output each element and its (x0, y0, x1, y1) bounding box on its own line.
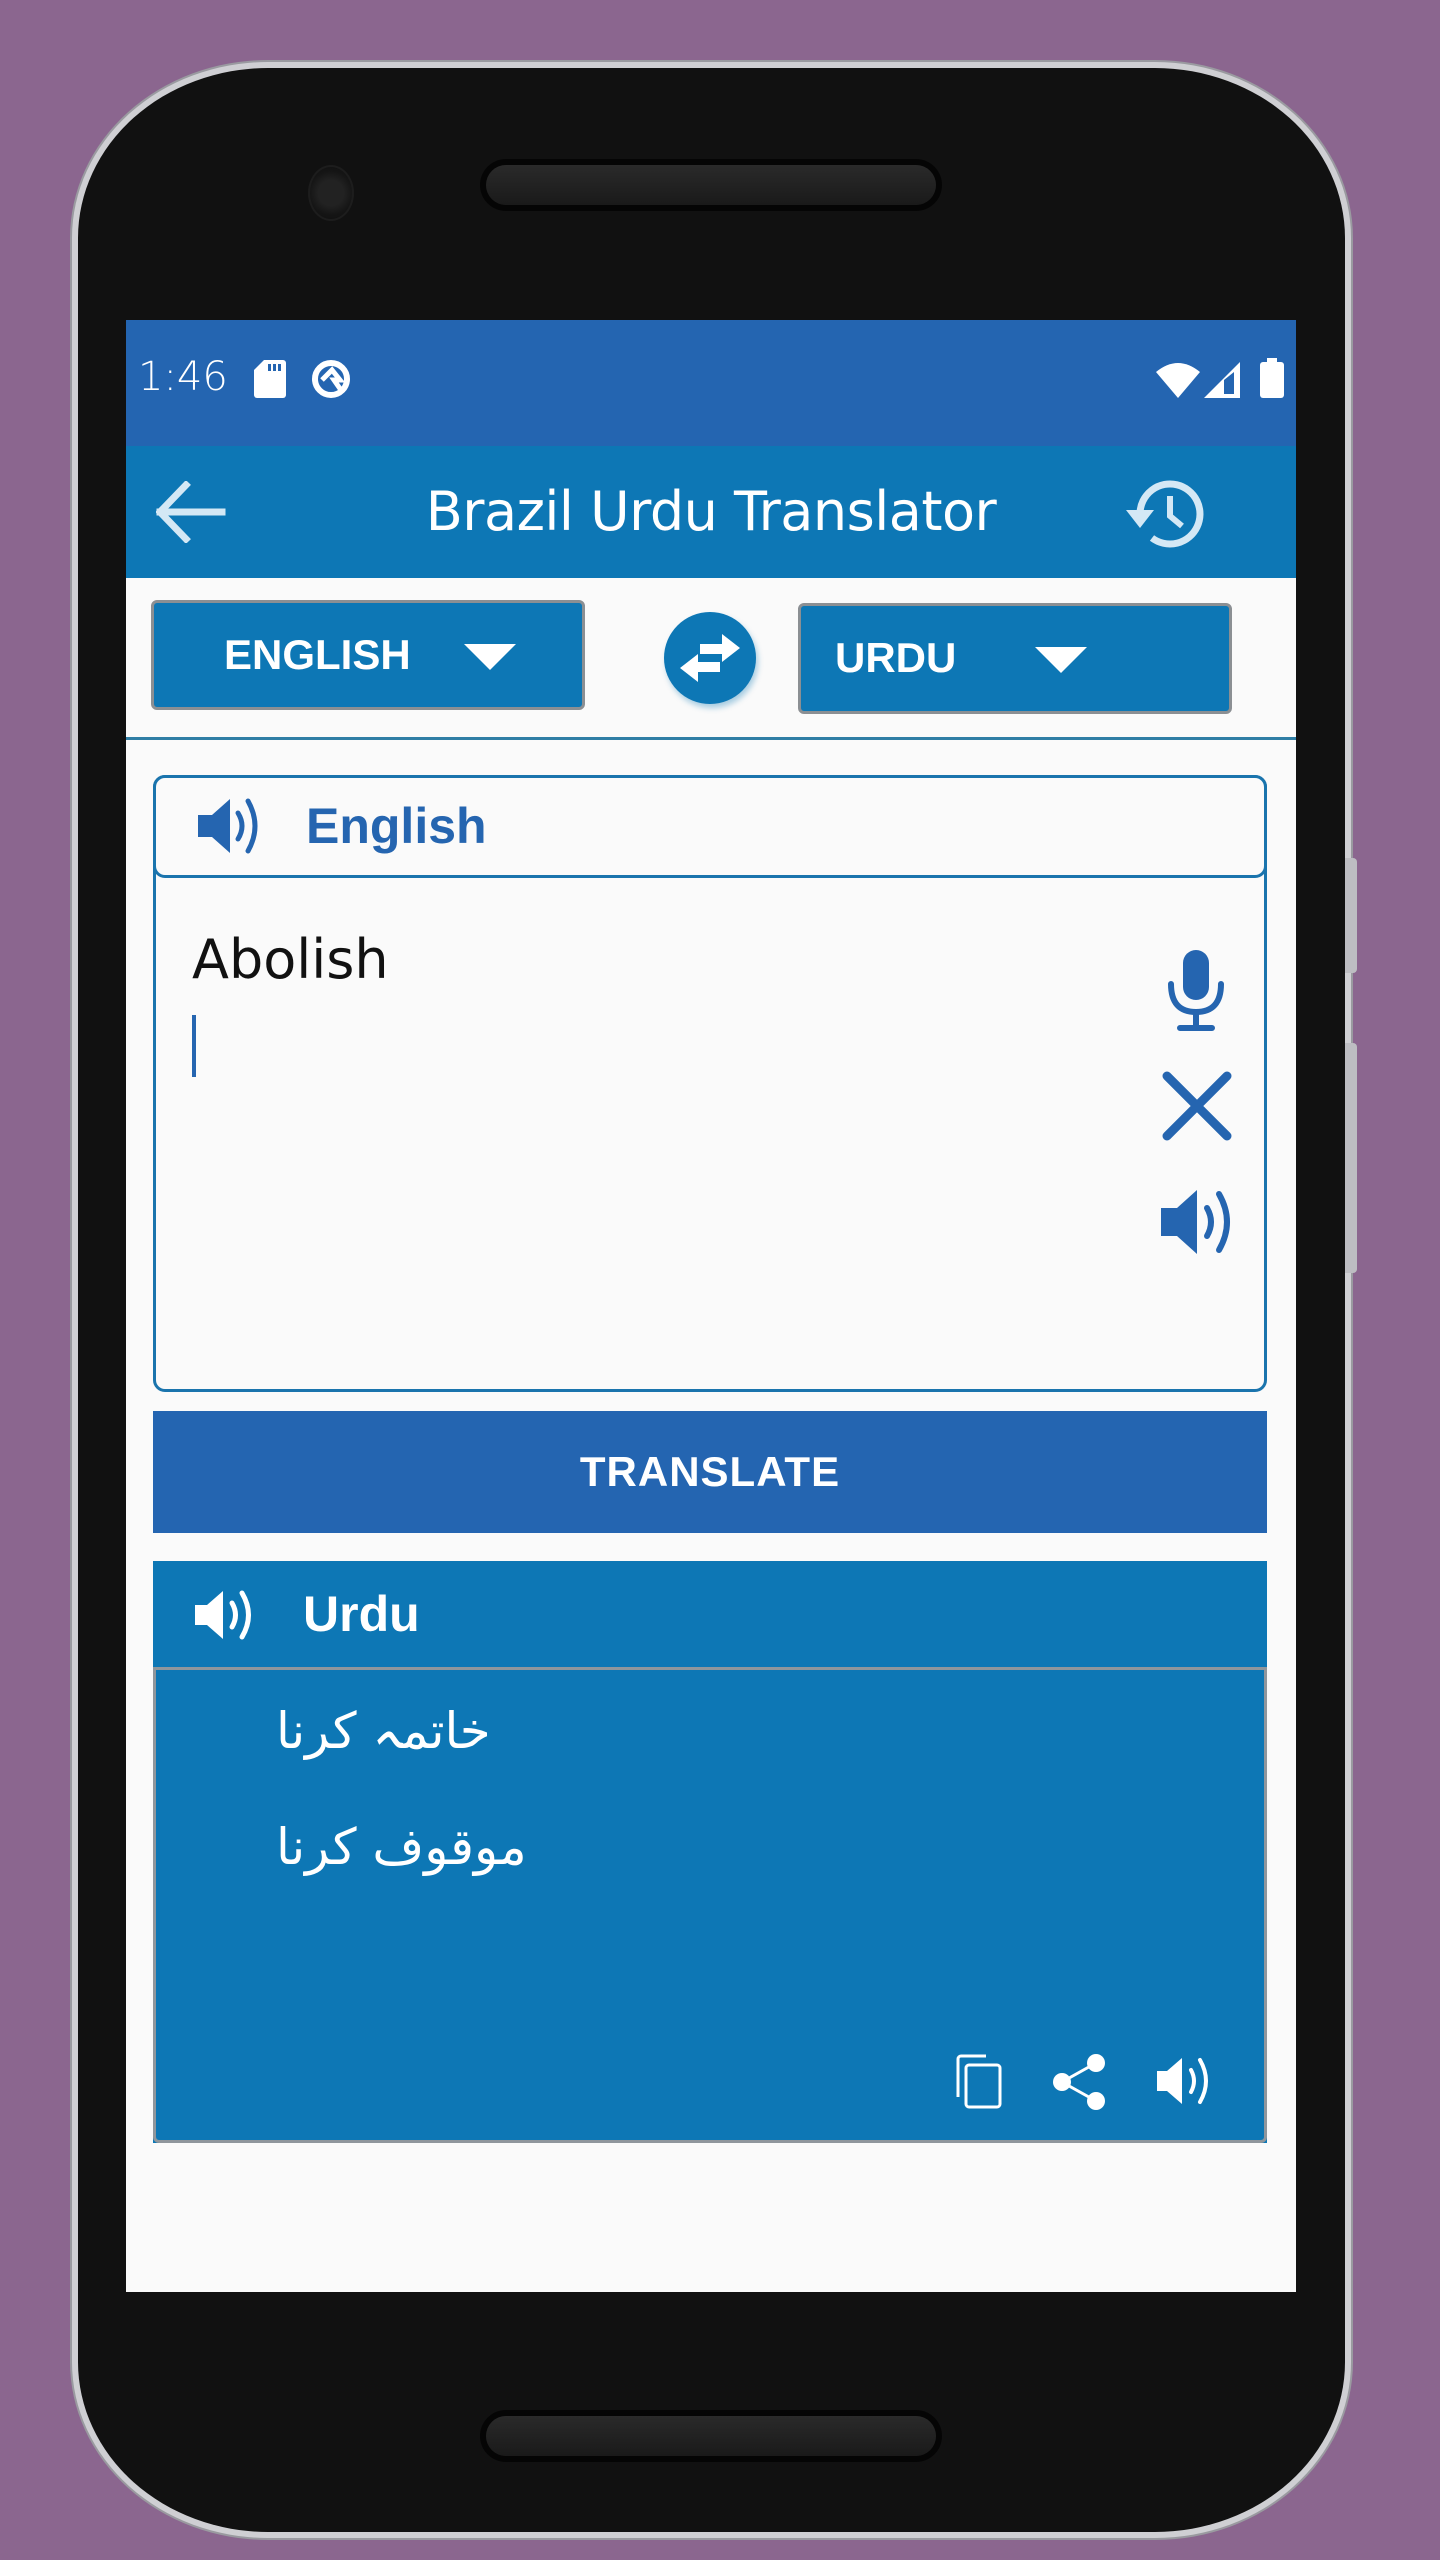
history-icon[interactable] (1124, 476, 1206, 550)
chevron-down-icon (464, 644, 516, 670)
phone-screen: 1:46 Brazil Urdu Translator ENGLISH URDU… (126, 320, 1296, 2292)
swap-arrows-icon (680, 634, 740, 682)
speaker-icon[interactable] (1159, 1186, 1239, 1258)
source-language-title: English (306, 798, 487, 854)
front-camera (308, 165, 354, 221)
app-title: Brazil Urdu Translator (425, 480, 997, 543)
clear-icon[interactable] (1161, 1070, 1233, 1142)
data-saver-icon (312, 360, 350, 398)
source-language-dropdown[interactable]: ENGLISH (151, 600, 585, 710)
source-card-header: English (153, 775, 1267, 878)
source-text-value[interactable]: Abolish (192, 928, 389, 991)
speaker-icon[interactable] (196, 795, 266, 857)
target-language-dropdown[interactable]: URDU (798, 603, 1232, 714)
speaker-icon[interactable] (193, 1587, 259, 1643)
result-card: Urdu خاتمہ کرنا موقوف کرنا (153, 1561, 1267, 2143)
status-bar: 1:46 (126, 320, 1296, 446)
text-cursor (192, 1015, 196, 1077)
wifi-icon (1156, 363, 1200, 398)
chevron-down-icon (1035, 647, 1087, 673)
result-line: موقوف کرنا (276, 1818, 527, 1876)
divider (126, 737, 1296, 740)
result-text-area: خاتمہ کرنا موقوف کرنا (153, 1667, 1267, 2143)
result-language-title: Urdu (303, 1586, 420, 1642)
source-language-label: ENGLISH (224, 631, 411, 678)
share-icon[interactable] (1050, 2053, 1110, 2111)
result-card-header: Urdu (153, 1561, 1267, 1667)
result-line: خاتمہ کرنا (276, 1702, 491, 1760)
target-language-label: URDU (835, 634, 957, 681)
cell-signal-icon (1204, 362, 1240, 398)
swap-languages-button[interactable] (664, 612, 756, 704)
bottom-speaker (486, 2416, 936, 2456)
power-button (1345, 858, 1357, 973)
back-arrow-icon[interactable] (156, 481, 226, 543)
volume-button (1345, 1043, 1357, 1273)
earpiece-speaker (486, 165, 936, 205)
status-time: 1:46 (138, 354, 228, 400)
translate-button[interactable]: TRANSLATE (153, 1411, 1267, 1533)
source-text-card: English Abolish (153, 775, 1267, 1392)
microphone-icon[interactable] (1166, 950, 1226, 1032)
battery-icon (1260, 358, 1284, 398)
speaker-icon[interactable] (1156, 2055, 1216, 2107)
sd-card-icon (254, 360, 286, 398)
copy-icon[interactable] (954, 2053, 1004, 2109)
app-bar: Brazil Urdu Translator (126, 446, 1296, 578)
